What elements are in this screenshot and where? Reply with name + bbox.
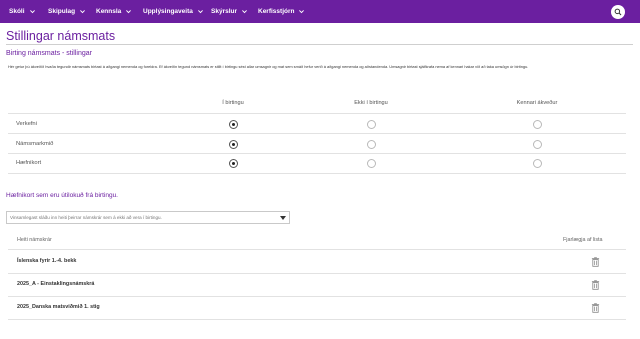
table-header-remove: Fjarlægja af lista [563, 237, 603, 243]
chevron-down-icon [80, 10, 86, 14]
radio-namsmarkmid-hidden[interactable] [367, 140, 376, 149]
page-title: Stillingar námsmats [6, 29, 116, 43]
row-label-verkefni: Verkefni [16, 121, 37, 127]
column-header-hidden: Ekki í birtingu [354, 100, 388, 106]
row-label-namsmarkmid: Námsmarkmið [16, 141, 54, 147]
nav-item-label: Skipulag [48, 8, 76, 15]
chevron-down-icon [29, 10, 35, 14]
table-header-divider [8, 249, 626, 250]
nav-item-kennsla[interactable]: Kennsla [96, 0, 132, 23]
row-divider [8, 113, 626, 114]
excluded-section-title: Hæfnikort sem eru útilokuð frá birtingu. [6, 192, 118, 199]
row-label-haefnikort: Hæfnikort [16, 160, 42, 166]
nav-item-label: Skóli [9, 8, 25, 15]
row-divider [8, 153, 626, 154]
nav-item-upplysingaveita[interactable]: Upplýsingaveita [143, 0, 204, 23]
radio-verkefni-visible[interactable] [229, 120, 238, 129]
chevron-down-icon [197, 10, 203, 14]
title-divider [6, 44, 633, 45]
chevron-down-icon [299, 10, 305, 14]
radio-namsmarkmid-teacher[interactable] [533, 140, 542, 149]
row-divider [8, 273, 626, 274]
nav-item-label: Skýrslur [211, 8, 238, 15]
table-row-name: 2025_Danska matsviðmið 1. stig [17, 304, 100, 310]
nav-item-label: Kerfisstjórn [258, 8, 295, 15]
radio-namsmarkmid-visible[interactable] [229, 140, 238, 149]
table-header-name: Heiti námskrár [17, 237, 52, 243]
radio-haefnikort-hidden[interactable] [367, 159, 376, 168]
nav-item-kerfisstjorn[interactable]: Kerfisstjórn [258, 0, 305, 23]
caret-down-icon [280, 216, 286, 220]
trash-icon[interactable] [591, 303, 600, 313]
nav-item-skyrslur[interactable]: Skýrslur [211, 0, 248, 23]
row-divider [8, 133, 626, 134]
radio-haefnikort-visible[interactable] [229, 159, 238, 168]
row-divider [8, 173, 626, 174]
chevron-down-icon [242, 10, 247, 14]
column-header-visible: Í birtingu [222, 100, 244, 106]
search-button[interactable] [611, 5, 625, 19]
column-header-teacher-decides: Kennari ákveður [516, 100, 558, 106]
nav-item-skipulag[interactable]: Skipulag [48, 0, 86, 23]
curriculum-select[interactable]: Vinsamlegast sláðu inn heiti þeirrar nám… [6, 211, 290, 224]
curriculum-select-placeholder: Vinsamlegast sláðu inn heiti þeirrar nám… [10, 215, 162, 220]
nav-item-label: Kennsla [96, 8, 122, 15]
radio-verkefni-teacher[interactable] [533, 120, 542, 129]
top-navigation: Skóli Skipulag Kennsla Upplýsingaveita S… [0, 0, 640, 23]
chevron-down-icon [126, 10, 132, 14]
settings-section-title: Birting námsmats - stillingar [6, 50, 92, 57]
table-row-name: 2025_A - Einstaklingsnámskrá [17, 281, 95, 287]
trash-icon[interactable] [591, 280, 600, 290]
radio-haefnikort-teacher[interactable] [533, 159, 542, 168]
row-divider [8, 319, 626, 320]
settings-description: Hér getur þú ákveðið hvaða tegundir náms… [8, 64, 529, 69]
search-icon [614, 8, 622, 16]
table-row-name: Íslenska fyrir 1.-4. bekk [17, 258, 77, 264]
nav-item-label: Upplýsingaveita [143, 8, 193, 15]
trash-icon[interactable] [591, 257, 600, 267]
nav-item-skoli[interactable]: Skóli [9, 0, 36, 23]
radio-verkefni-hidden[interactable] [367, 120, 376, 129]
row-divider [8, 296, 626, 297]
